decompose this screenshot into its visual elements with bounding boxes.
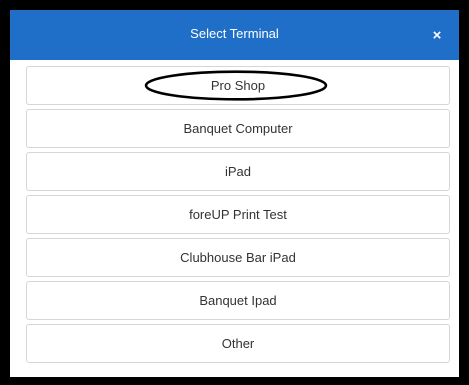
terminal-button-foreup-print-test[interactable]: foreUP Print Test: [26, 195, 450, 234]
terminal-label: Other: [221, 336, 255, 351]
modal-title: Select Terminal: [190, 26, 279, 41]
terminal-label: foreUP Print Test: [189, 207, 287, 222]
terminal-button-clubhouse-bar-ipad[interactable]: Clubhouse Bar iPad: [26, 238, 450, 277]
terminal-button-ipad[interactable]: iPad: [26, 152, 450, 191]
terminal-label: iPad: [224, 164, 252, 179]
terminal-label: Clubhouse Bar iPad: [180, 250, 296, 265]
select-terminal-modal: Select Terminal × Pro Shop Banquet Compu…: [10, 10, 459, 377]
terminal-button-other[interactable]: Other: [26, 324, 450, 363]
close-button[interactable]: ×: [429, 28, 445, 44]
terminal-button-banquet-computer[interactable]: Banquet Computer: [26, 109, 450, 148]
terminal-label: Banquet Computer: [183, 121, 293, 136]
modal-header: Select Terminal ×: [10, 10, 459, 60]
terminal-button-banquet-ipad[interactable]: Banquet Ipad: [26, 281, 450, 320]
terminal-label: Pro Shop: [210, 78, 266, 93]
terminal-button-pro-shop[interactable]: Pro Shop: [26, 66, 450, 105]
terminal-list: Pro Shop Banquet Computer iPad foreUP Pr…: [26, 66, 450, 367]
terminal-label: Banquet Ipad: [199, 293, 277, 308]
